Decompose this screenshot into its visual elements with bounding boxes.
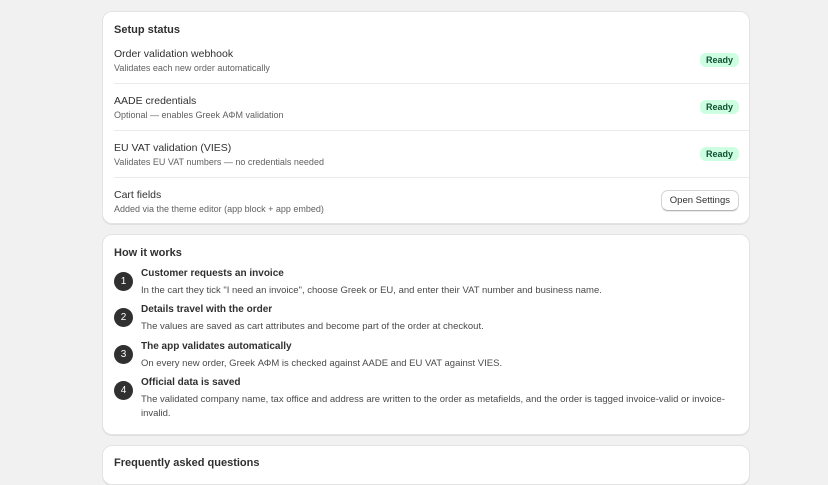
row-subtitle: Added via the theme editor (app block + … [114, 204, 324, 214]
status-badge: Ready [699, 100, 739, 114]
step-title: Official data is saved [141, 377, 241, 388]
row-title: AADE credentials [114, 95, 197, 107]
step-number: 1 [114, 272, 133, 291]
step-number: 2 [114, 308, 133, 327]
open-settings-button[interactable]: Open Settings [660, 190, 739, 211]
how-it-works-card: How it works 1 Customer requests an invo… [102, 234, 750, 435]
setup-status-card: Setup status Order validation webhook Va… [102, 11, 750, 224]
step-description: On every new order, Greek ΑΦΜ is checked… [141, 358, 503, 369]
status-row-aade: AADE credentials Optional — enables Gree… [114, 95, 749, 142]
step-description: The validated company name, tax office a… [141, 394, 725, 419]
row-title: Cart fields [114, 189, 162, 201]
row-subtitle: Validates each new order automatically [114, 63, 270, 73]
step-title: Details travel with the order [141, 304, 273, 315]
setup-status-title: Setup status [114, 24, 181, 36]
faq-title: Frequently asked questions [114, 457, 260, 469]
status-badge: Ready [699, 53, 739, 67]
status-row-cart-fields: Cart fields Added via the theme editor (… [114, 189, 739, 236]
status-row-webhook: Order validation webhook Validates each … [114, 48, 749, 95]
divider [114, 130, 749, 131]
how-it-works-title: How it works [114, 247, 182, 259]
status-row-vies: EU VAT validation (VIES) Validates EU VA… [114, 142, 749, 189]
step-description: The values are saved as cart attributes … [141, 321, 484, 332]
step-description: In the cart they tick "I need an invoice… [141, 285, 602, 296]
step-title: The app validates automatically [141, 341, 292, 352]
row-subtitle: Optional — enables Greek ΑΦΜ validation [114, 110, 284, 120]
row-title: Order validation webhook [114, 48, 234, 60]
step-number: 3 [114, 345, 133, 364]
divider [114, 177, 749, 178]
divider [114, 83, 749, 84]
status-badge: Ready [699, 147, 739, 161]
step-number: 4 [114, 381, 133, 400]
row-subtitle: Validates EU VAT numbers — no credential… [114, 157, 324, 167]
faq-card: Frequently asked questions [102, 445, 750, 485]
row-title: EU VAT validation (VIES) [114, 142, 232, 154]
step-title: Customer requests an invoice [141, 268, 284, 279]
